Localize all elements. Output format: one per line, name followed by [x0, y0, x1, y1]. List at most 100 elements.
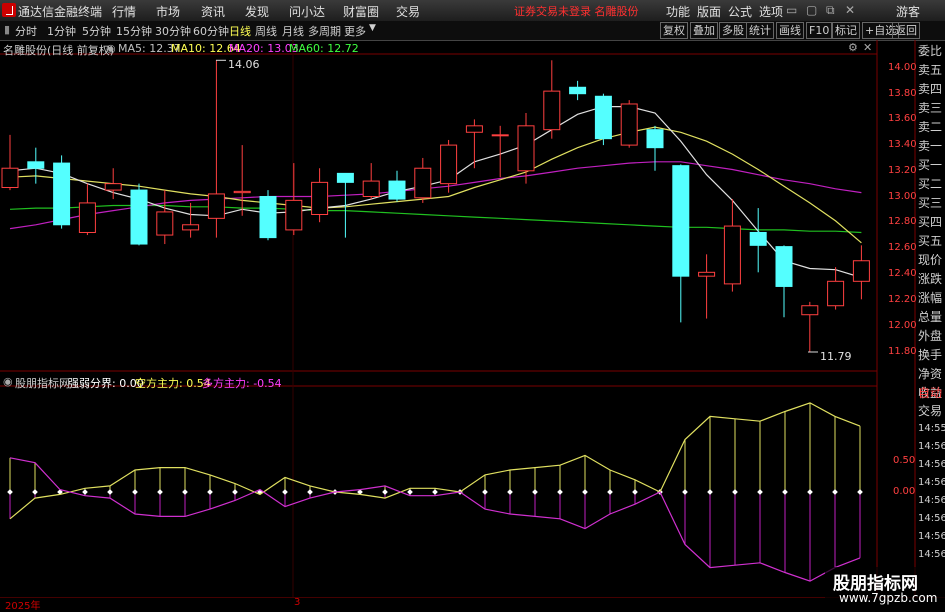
- candle-body: [775, 246, 793, 287]
- period-tab-60min[interactable]: 60分钟: [193, 23, 229, 39]
- period-tab-1min[interactable]: 1分钟: [47, 23, 76, 39]
- y-tick: 13.20: [888, 165, 917, 176]
- menu-item-functions[interactable]: 功能: [666, 3, 690, 20]
- candle-body: [1, 167, 19, 189]
- side-item: 卖一: [918, 139, 943, 153]
- settings-icon[interactable]: ⚙: [848, 41, 858, 54]
- candle: [517, 112, 535, 184]
- side-item: 外盘: [918, 329, 943, 343]
- candle-body: [465, 125, 483, 133]
- indicator-settings-icon[interactable]: ◉: [3, 375, 13, 388]
- menu-item-layout[interactable]: 版面: [697, 3, 721, 20]
- period-tab-intraday[interactable]: 分时: [15, 23, 37, 39]
- stats-button[interactable]: 统计: [746, 22, 774, 39]
- y-tick: 12.40: [888, 268, 917, 279]
- tile-icon[interactable]: ⧉: [826, 3, 835, 18]
- side-item: 买五: [918, 234, 943, 248]
- candle: [182, 202, 200, 238]
- menu-item-formula[interactable]: 公式: [728, 3, 752, 20]
- tab-auto[interactable]: 自动: [918, 384, 945, 402]
- tick-time: 14:56: [918, 441, 945, 452]
- period-tab-5min[interactable]: 5分钟: [82, 23, 111, 39]
- trade-login-status[interactable]: 证券交易未登录 名雕股份: [514, 3, 639, 19]
- watermark-url: www.7gpzb.com: [839, 591, 938, 605]
- ind-bull-line: [9, 457, 861, 582]
- candle: [594, 93, 612, 146]
- settings-circle-icon[interactable]: ◉: [106, 42, 116, 55]
- candle: [775, 245, 793, 318]
- indicator-name[interactable]: 股朋指标网: [15, 375, 70, 391]
- ind-zero-point: [407, 489, 413, 495]
- mark-button[interactable]: 标记: [832, 22, 860, 39]
- period-tab-daily[interactable]: 日线: [229, 23, 251, 39]
- overlay-button[interactable]: 叠加: [690, 22, 718, 39]
- toolbar-icon[interactable]: ▮: [4, 23, 10, 36]
- tab-trade[interactable]: 交易: [918, 402, 945, 420]
- candle-body: [723, 225, 741, 285]
- candle-body: [698, 271, 716, 277]
- candle-body: [53, 162, 71, 226]
- menu-item-discover[interactable]: 发现: [245, 3, 269, 20]
- period-tab-monthly[interactable]: 月线: [282, 23, 304, 39]
- more-dropdown-icon[interactable]: ▼: [369, 23, 376, 33]
- candle: [543, 60, 561, 139]
- ind-y-tick: 0.50: [893, 455, 916, 466]
- side-item: 卖五: [918, 63, 943, 77]
- menu-item-market[interactable]: 市场: [156, 3, 180, 20]
- candle-body: [620, 103, 638, 146]
- candle-body: [259, 196, 277, 239]
- ind-zero-point: [507, 489, 513, 495]
- candle: [749, 208, 767, 273]
- candle-body: [362, 180, 380, 198]
- candle-body: [852, 260, 870, 282]
- close-icon[interactable]: ✕: [845, 3, 855, 17]
- ind-zero-point: [82, 489, 88, 495]
- period-tab-multi[interactable]: 多周期: [308, 23, 341, 39]
- menu-bar: 通达信金融终端 行情 市场 资讯 发现 问小达 财富圈 交易 证券交易未登录 名…: [0, 0, 945, 22]
- period-tab-30min[interactable]: 30分钟: [155, 23, 191, 39]
- candle: [156, 190, 174, 245]
- side-item: 涨跌: [918, 272, 943, 286]
- minimize-icon[interactable]: ▭: [786, 3, 797, 17]
- period-tab-weekly[interactable]: 周线: [255, 23, 277, 39]
- period-tab-more[interactable]: 更多: [344, 23, 366, 39]
- ind-zero-point: [782, 489, 788, 495]
- f10-button[interactable]: F10: [806, 22, 833, 39]
- ind-zero-point: [282, 489, 288, 495]
- tick-time: 14:56: [918, 549, 945, 560]
- ind-zero-point: [432, 489, 438, 495]
- menu-item-news[interactable]: 资讯: [201, 3, 225, 20]
- ind-zero-point: [232, 489, 238, 495]
- collapse-icon[interactable]: ✕: [863, 41, 872, 54]
- watermark: 股朋指标网 www.7gpzb.com: [825, 567, 945, 609]
- draw-line-button[interactable]: 画线: [776, 22, 804, 39]
- candle: [207, 60, 225, 238]
- y-tick: 13.40: [888, 139, 917, 150]
- ind-zero-point: [732, 489, 738, 495]
- ind-zero-point: [7, 489, 13, 495]
- menu-item-trade[interactable]: 交易: [396, 3, 420, 20]
- user-guest[interactable]: 游客: [896, 3, 920, 20]
- candle-body: [543, 90, 561, 131]
- multi-stock-button[interactable]: 多股: [719, 22, 747, 39]
- menu-item-ask[interactable]: 问小达: [289, 3, 325, 20]
- candle-body: [285, 199, 303, 231]
- candle-body: [594, 95, 612, 140]
- back-button[interactable]: 返回: [892, 22, 920, 39]
- period-toolbar: ▮ 分时 1分钟 5分钟 15分钟 30分钟 60分钟 日线 周线 月线 多周期…: [0, 21, 945, 41]
- kline-chart[interactable]: [0, 40, 945, 597]
- side-item: 买三: [918, 196, 943, 210]
- menu-item-quotes[interactable]: 行情: [112, 3, 136, 20]
- candle-body: [104, 183, 122, 191]
- side-item: 总量: [918, 310, 943, 324]
- candle-body: [336, 172, 354, 183]
- ind-zero-point: [182, 489, 188, 495]
- restore-icon[interactable]: ▢: [806, 3, 817, 17]
- adjust-button[interactable]: 复权: [660, 22, 688, 39]
- period-tab-15min[interactable]: 15分钟: [116, 23, 152, 39]
- ma60-label: MA60: 12.72: [289, 42, 359, 55]
- menu-item-wealth-circle[interactable]: 财富圈: [343, 3, 379, 20]
- candle-body: [78, 202, 96, 233]
- candle: [827, 267, 845, 310]
- menu-item-options[interactable]: 选项: [759, 3, 783, 20]
